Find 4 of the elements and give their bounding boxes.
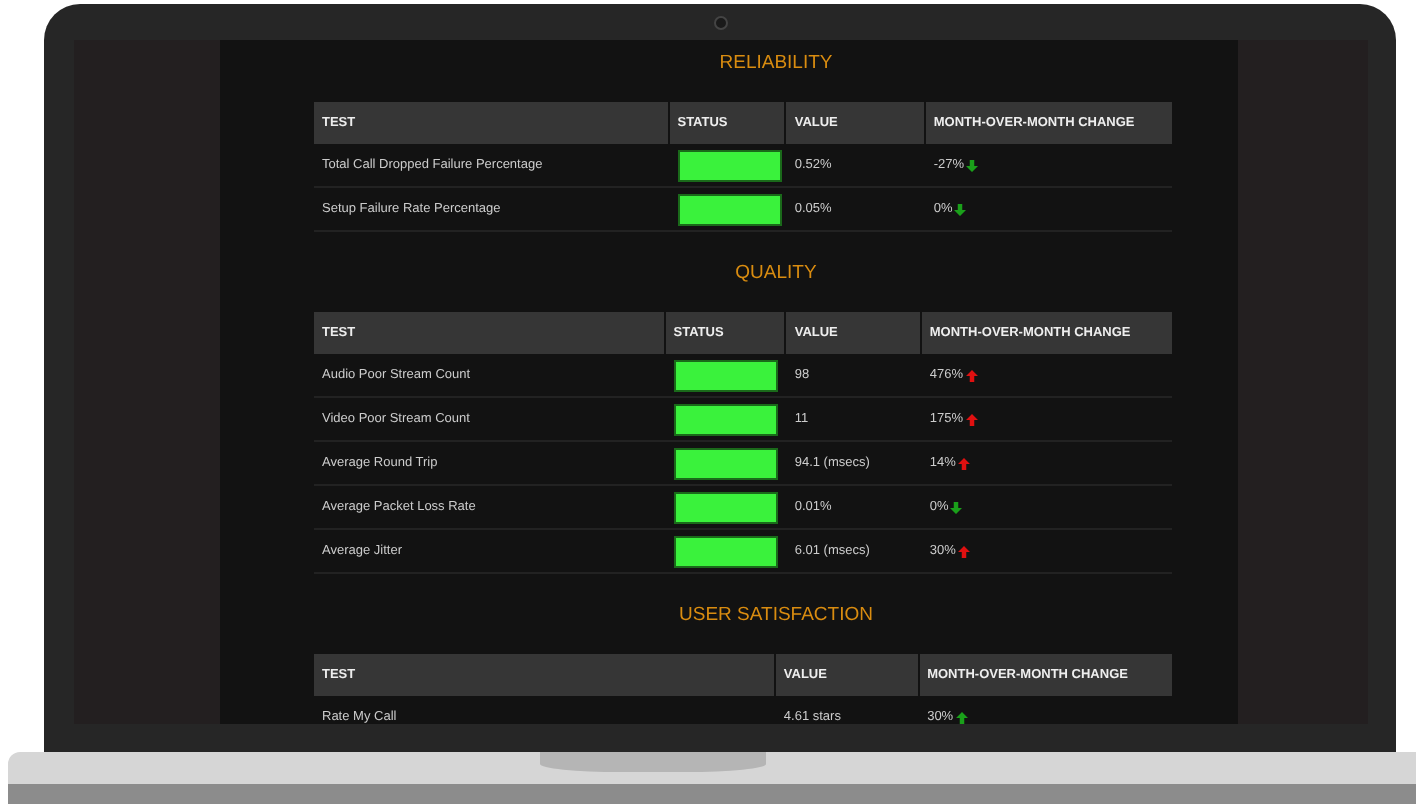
section-title: RELIABILITY [719, 52, 833, 74]
camera-icon [713, 16, 727, 30]
section-title: USER SATISFACTION [679, 603, 873, 625]
section-title: QUALITY [735, 261, 817, 283]
